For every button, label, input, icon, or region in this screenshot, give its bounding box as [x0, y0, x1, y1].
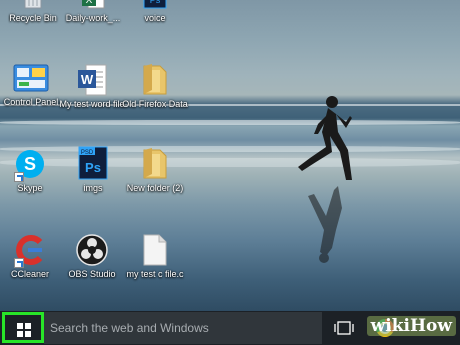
- photoshop-file-icon: Ps: [142, 0, 168, 10]
- runner-reflection: [308, 186, 342, 263]
- icon-label: CCleaner: [10, 269, 50, 279]
- desktop-icon-skype[interactable]: S Skype: [0, 148, 63, 194]
- desktop-icon-control-panel[interactable]: Control Panel: [0, 64, 64, 108]
- desktop-icon-imgs[interactable]: PSD Ps imgs: [60, 146, 126, 194]
- icon-label: imgs: [83, 183, 103, 193]
- wikihow-watermark: wikiHow: [366, 316, 456, 336]
- start-button[interactable]: [2, 312, 44, 343]
- shortcut-arrow-icon: [14, 172, 24, 182]
- svg-text:Ps: Ps: [150, 0, 161, 5]
- taskbar: Search the web and Windows wikiHow: [0, 311, 460, 345]
- icon-label: Recycle Bin: [9, 13, 57, 23]
- obs-studio-icon: [76, 234, 108, 266]
- svg-text:Ps: Ps: [85, 160, 101, 175]
- desktop-icon-new-folder-2[interactable]: New folder (2): [122, 148, 188, 194]
- desktop-icon-my-test-word-file[interactable]: W My test word file: [59, 64, 125, 110]
- svg-text:S: S: [24, 154, 36, 174]
- word-file-icon: W: [74, 64, 110, 96]
- desktop: Recycle Bin X Daily-work_... Ps voice Co…: [0, 0, 460, 311]
- icon-label: my test c file.c: [126, 269, 184, 279]
- ccleaner-icon: [14, 234, 46, 268]
- desktop-icon-obs-studio[interactable]: OBS Studio: [59, 234, 125, 280]
- desktop-icon-old-firefox-data[interactable]: Old Firefox Data: [122, 64, 188, 110]
- search-placeholder: Search the web and Windows: [50, 321, 209, 335]
- icon-label: My test word file: [59, 99, 125, 109]
- skype-icon: S: [14, 148, 46, 182]
- svg-text:W: W: [81, 72, 94, 87]
- desktop-icon-voice[interactable]: Ps voice: [122, 0, 188, 24]
- recycle-bin-icon: [20, 0, 46, 10]
- windows-logo-icon: [17, 323, 31, 337]
- runner-silhouette: [298, 96, 352, 180]
- icon-label: Daily-work_...: [65, 13, 121, 23]
- task-view-icon[interactable]: [334, 321, 354, 335]
- svg-text:PSD: PSD: [81, 150, 94, 156]
- desktop-icon-ccleaner[interactable]: CCleaner: [0, 234, 63, 280]
- photoshop-file-icon: PSD Ps: [75, 146, 111, 180]
- folder-icon: [140, 148, 170, 180]
- desktop-icon-daily-work[interactable]: X Daily-work_...: [60, 0, 126, 24]
- svg-text:X: X: [86, 0, 93, 6]
- desktop-icon-recycle-bin[interactable]: Recycle Bin: [0, 0, 66, 24]
- icon-label: New folder (2): [126, 183, 184, 193]
- desktop-icon-my-test-c-file[interactable]: my test c file.c: [122, 234, 188, 280]
- control-panel-icon: [13, 64, 49, 94]
- icon-label: Skype: [17, 183, 43, 193]
- icon-label: Old Firefox Data: [122, 99, 188, 109]
- blank-file-icon: [142, 234, 168, 266]
- icon-label: Control Panel: [3, 97, 59, 107]
- folder-icon: [140, 64, 170, 96]
- icon-label: voice: [144, 13, 166, 23]
- search-box[interactable]: Search the web and Windows: [44, 312, 322, 344]
- icon-label: OBS Studio: [68, 269, 116, 279]
- shortcut-arrow-icon: [14, 258, 24, 268]
- wave: [0, 120, 460, 125]
- excel-file-icon: X: [80, 0, 106, 10]
